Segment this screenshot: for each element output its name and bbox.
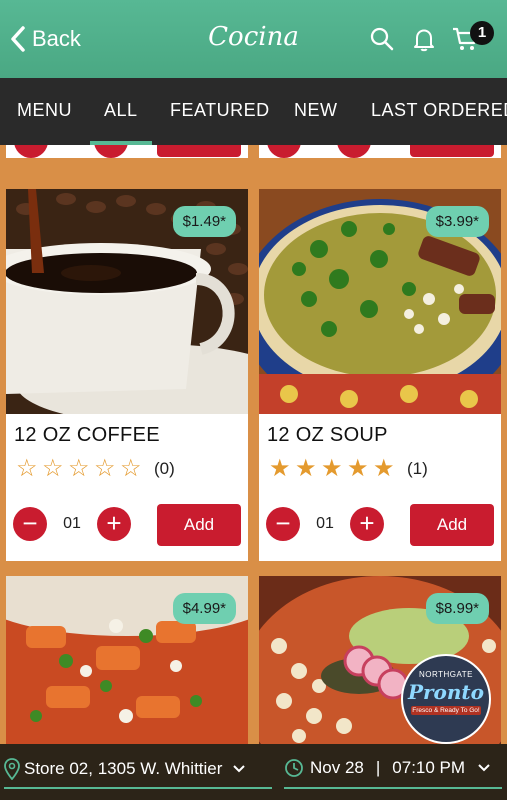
location-pin-icon (4, 758, 20, 780)
soup-image: $3.99* (259, 189, 501, 414)
order-date: Nov 28 (310, 758, 364, 777)
product-card-coffee[interactable]: $1.49* 12 OZ COFFEE ☆ ☆ ☆ ☆ ☆ (0) − 01 +… (6, 189, 248, 561)
star-filled-icon: ★ (269, 455, 291, 482)
cart-count-badge: 1 (470, 21, 494, 45)
increase-button[interactable]: + (97, 507, 131, 541)
decrease-button[interactable]: − (266, 507, 300, 541)
quantity-stepper: − 01 + (13, 507, 131, 541)
tab-featured[interactable]: FEATURED (170, 78, 270, 145)
rating-stars: ☆ ☆ ☆ ☆ ☆ (0) (16, 454, 175, 483)
clock-icon (285, 759, 303, 777)
decrease-button[interactable]: − (13, 507, 47, 541)
product-card[interactable]: $4.99* (6, 576, 248, 744)
star-empty-icon: ☆ (94, 455, 116, 482)
product-name: 12 OZ SOUP (267, 424, 388, 446)
product-card[interactable]: $8.99* NORTHGATE Pronto Fresco & Ready T… (259, 576, 501, 744)
chevron-down-icon (233, 765, 246, 773)
chevron-down-icon (478, 764, 490, 772)
menudo-image: $4.99* (6, 576, 248, 744)
add-button[interactable]: Add (410, 504, 494, 546)
order-settings-bar: Store 02, 1305 W. Whittier Nov 28 | 07:1… (0, 744, 507, 800)
decrease-button[interactable] (14, 145, 48, 158)
tab-all[interactable]: ALL (90, 78, 151, 145)
price-badge: $3.99* (425, 206, 489, 237)
store-name: Store 02, 1305 W. Whittier (24, 759, 223, 778)
price-badge: $1.49* (172, 206, 236, 237)
coffee-image: $1.49* (6, 189, 248, 414)
star-filled-icon: ★ (321, 455, 343, 482)
increase-button[interactable] (94, 145, 128, 158)
add-button[interactable]: Add (157, 504, 241, 546)
logo-top-text: NORTHGATE (419, 670, 473, 679)
product-card-partial (259, 145, 501, 158)
star-empty-icon: ☆ (68, 455, 90, 482)
order-time: 07:10 PM (392, 758, 466, 777)
star-filled-icon: ★ (373, 455, 395, 482)
star-empty-icon: ☆ (42, 455, 64, 482)
category-tabs: MENU ALL FEATURED NEW LAST ORDERED (0, 78, 507, 145)
decrease-button[interactable] (267, 145, 301, 158)
rating-count: (0) (154, 458, 175, 478)
tab-last-ordered[interactable]: LAST ORDERED (371, 78, 507, 145)
date-time-selector[interactable]: Nov 28 | 07:10 PM (284, 758, 497, 778)
tab-new[interactable]: NEW (294, 78, 338, 145)
logo-brand-text: Pronto (407, 680, 485, 704)
logo-tagline: Fresco & Ready To Go! (411, 706, 481, 715)
add-button[interactable] (410, 145, 494, 157)
price-badge: $4.99* (172, 593, 236, 624)
quantity-value: 01 (316, 515, 334, 532)
brand-logo: NORTHGATE Pronto Fresco & Ready To Go! (401, 654, 491, 744)
bell-icon[interactable] (411, 26, 437, 52)
rating-count: (1) (407, 458, 428, 478)
store-selector[interactable]: Store 02, 1305 W. Whittier (4, 758, 250, 780)
product-card-partial (6, 145, 248, 158)
app-header: Back Cocina 1 (0, 0, 507, 78)
star-filled-icon: ★ (295, 455, 317, 482)
add-button[interactable] (157, 145, 241, 157)
quantity-stepper: − 01 + (266, 507, 384, 541)
tab-menu[interactable]: MENU (17, 78, 72, 145)
price-badge: $8.99* (425, 593, 489, 624)
date-time-separator: | (375, 758, 381, 777)
increase-button[interactable]: + (350, 507, 384, 541)
quantity-value: 01 (63, 515, 81, 532)
star-filled-icon: ★ (347, 455, 369, 482)
product-card-soup[interactable]: $3.99* 12 OZ SOUP ★ ★ ★ ★ ★ (1) − 01 + A… (259, 189, 501, 561)
date-time-underline (284, 787, 502, 789)
search-icon[interactable] (369, 26, 395, 52)
star-empty-icon: ☆ (120, 455, 142, 482)
store-underline (4, 787, 272, 789)
increase-button[interactable] (337, 145, 371, 158)
product-name: 12 OZ COFFEE (14, 424, 160, 446)
star-empty-icon: ☆ (16, 455, 38, 482)
rating-stars: ★ ★ ★ ★ ★ (1) (269, 454, 428, 483)
